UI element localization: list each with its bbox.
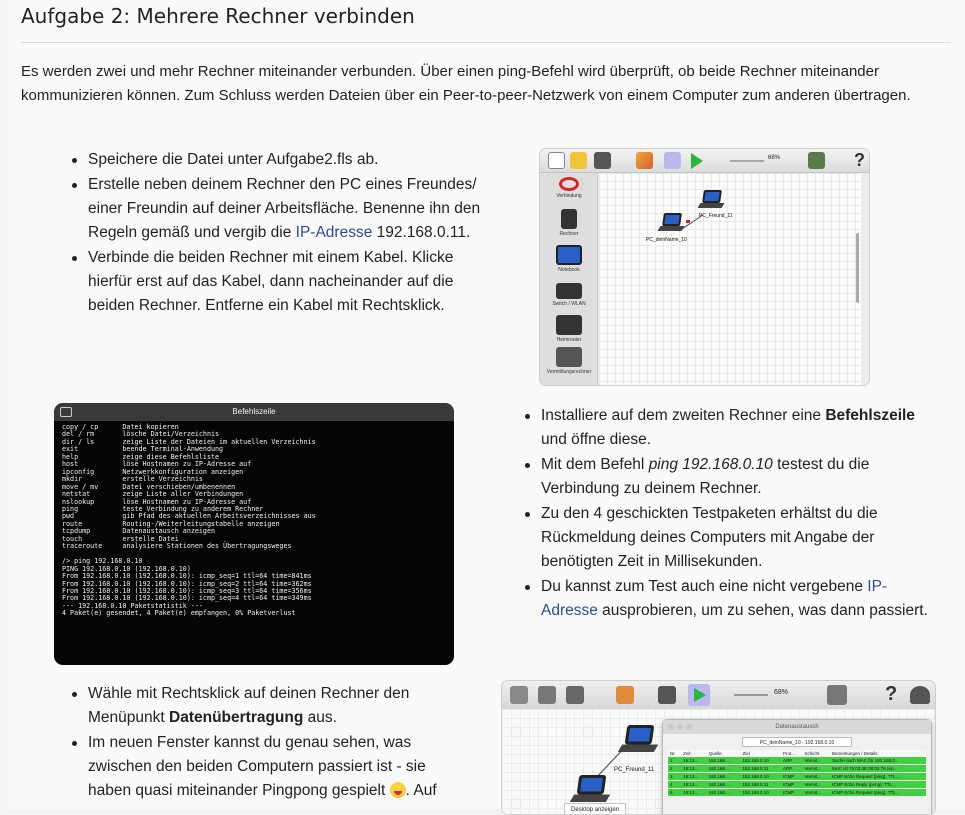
tab-host[interactable]: PC_deinName_10 - 192.168.0.10 bbox=[742, 737, 852, 747]
list-item: Zu den 4 geschickten Testpaketen erhälts… bbox=[521, 502, 941, 574]
task-list-1: Speichere die Datei unter Aufgabe2.fls a… bbox=[68, 148, 488, 319]
palette-item: Rechner bbox=[544, 209, 594, 237]
filius-screenshot-simulation: 68% ? PC_Freund_11 Desktop anzeigen Date… bbox=[501, 680, 936, 815]
page-title: Aufgabe 2: Mehrere Rechner verbinden bbox=[21, 4, 415, 28]
new-file-icon bbox=[510, 686, 528, 704]
laptop-icon[interactable] bbox=[657, 213, 685, 233]
zoom-label: 68% bbox=[774, 689, 789, 696]
list-item: Wähle mit Rechtsklick auf deinen Rechner… bbox=[68, 682, 463, 730]
table-row[interactable]: 4 16:13... 192.168.... 192.168.0.11 ICMP Verm… bbox=[668, 780, 926, 789]
packet-table: Nr. Zeit Quelle Ziel Prot... Schicht Bem… bbox=[668, 750, 926, 797]
component-palette: Verbindung Rechner Notebook Switch / WLA… bbox=[540, 173, 598, 385]
palette-item: Switch / WLAN bbox=[544, 283, 594, 307]
filius-toolbar: 68% ? bbox=[540, 149, 869, 173]
list-item: Mit dem Befehl ping 192.168.0.10 testest… bbox=[521, 453, 941, 501]
zoom-label: 68% bbox=[768, 155, 781, 161]
hammer-icon bbox=[658, 686, 676, 704]
new-file-icon bbox=[548, 152, 565, 169]
column-header[interactable]: Schicht bbox=[802, 750, 830, 757]
node-label: PC_Freund_11 bbox=[614, 767, 655, 773]
play-button[interactable] bbox=[688, 684, 710, 706]
table-header-row: Nr. Zeit Quelle Ziel Prot... Schicht Bem… bbox=[668, 750, 926, 757]
zoom-slider bbox=[730, 160, 764, 162]
heading-divider bbox=[21, 42, 951, 43]
list-item: Installiere auf dem zweiten Rechner eine… bbox=[521, 404, 941, 452]
column-header[interactable]: Prot... bbox=[781, 750, 803, 757]
palette-item: Verbindung bbox=[544, 177, 594, 199]
column-header[interactable]: Zeit bbox=[681, 750, 707, 757]
page: Aufgabe 2: Mehrere Rechner verbinden Es … bbox=[8, 0, 965, 815]
terminal-icon bbox=[60, 407, 72, 417]
dialog-title: Datenaustausch bbox=[775, 724, 819, 730]
list-item: Speichere die Datei unter Aufgabe2.fls a… bbox=[68, 148, 488, 172]
open-folder-icon bbox=[570, 152, 587, 169]
terminal-output[interactable]: copy / cp Datei kopieren del / rm lösche… bbox=[54, 421, 454, 621]
column-header[interactable]: Ziel bbox=[740, 750, 782, 757]
cable-line bbox=[678, 214, 704, 232]
palette-item: Vermittlungsrechner bbox=[544, 347, 594, 375]
palette-item: Notebook bbox=[544, 245, 594, 273]
list-item: Erstelle neben deinem Rechner den PC ein… bbox=[68, 173, 488, 245]
node-label: PC_deinName_10 bbox=[646, 237, 687, 243]
help-icon: ? bbox=[885, 683, 898, 705]
task-list-2: Installiere auf dem zweiten Rechner eine… bbox=[521, 404, 941, 624]
table-row[interactable]: 5 16:13... 192.168.... 192.168.0.10 ICMP Verm… bbox=[668, 788, 926, 797]
open-folder-icon bbox=[538, 686, 556, 704]
window-minimize-icon[interactable] bbox=[677, 724, 683, 730]
laptop-icon[interactable] bbox=[617, 725, 659, 755]
window-close-icon[interactable] bbox=[668, 724, 674, 730]
pingpong-emoji-icon bbox=[389, 782, 406, 798]
column-header[interactable]: Quelle bbox=[706, 750, 741, 757]
pencil-icon bbox=[616, 686, 634, 704]
users-icon bbox=[910, 686, 930, 704]
context-menu-item[interactable]: Desktop anzeigen bbox=[564, 803, 626, 814]
scrollbar[interactable] bbox=[856, 233, 859, 303]
window-zoom-icon[interactable] bbox=[686, 724, 692, 730]
list-item: Im neuen Fenster kannst du genau sehen, … bbox=[68, 731, 463, 803]
list-item: Verbinde die beiden Rechner mit einem Ka… bbox=[68, 246, 488, 318]
save-icon bbox=[594, 152, 611, 169]
data-exchange-dialog: Datenaustausch PC_deinName_10 - 192.168.… bbox=[662, 719, 932, 814]
dialog-titlebar: Datenaustausch bbox=[663, 720, 931, 734]
ip-address-link[interactable]: IP-Adresse bbox=[296, 224, 373, 241]
table-row[interactable]: 2 16:13... 192.168.... 192.168.0.11 ARP Vermi… bbox=[668, 764, 926, 773]
column-header[interactable]: Nr. bbox=[668, 750, 682, 757]
help-icon: ? bbox=[854, 150, 865, 170]
pencil-icon bbox=[636, 152, 653, 169]
list-item: Du kannst zum Test auch eine nicht verge… bbox=[521, 575, 941, 623]
play-icon bbox=[694, 688, 706, 702]
column-header[interactable]: Bemerkungen / Details bbox=[829, 750, 926, 757]
wrench-icon bbox=[827, 685, 847, 705]
palette-item: Heimrouter bbox=[544, 315, 594, 343]
terminal-window: Befehlszeile copy / cp Datei kopieren de… bbox=[54, 403, 454, 665]
hammer-icon bbox=[664, 152, 681, 169]
node-label: PC_Freund_11 bbox=[699, 213, 733, 219]
laptop-icon[interactable] bbox=[569, 775, 611, 805]
wrench-icon bbox=[808, 152, 825, 169]
intro-paragraph: Es werden zwei und mehr Rechner miteinan… bbox=[21, 63, 911, 104]
laptop-icon[interactable] bbox=[697, 190, 725, 210]
terminal-title: Befehlszeile bbox=[232, 407, 276, 416]
zoom-slider[interactable] bbox=[734, 694, 768, 696]
filius-toolbar: 68% ? bbox=[502, 681, 935, 709]
play-icon bbox=[691, 153, 703, 169]
terminal-titlebar: Befehlszeile bbox=[54, 403, 454, 421]
filius-screenshot-design: 68% ? Verbindung Rechner Notebook Switch… bbox=[539, 148, 870, 386]
task-list-3: Wähle mit Rechtsklick auf deinen Rechner… bbox=[68, 682, 463, 804]
save-icon bbox=[566, 686, 584, 704]
table-row[interactable]: 1 16:13... 192.168.... 192.168.0.10 ARP Vermi… bbox=[668, 757, 926, 765]
table-row[interactable]: 3 16:13... 192.168.... 192.168.0.10 ICMP Verm… bbox=[668, 772, 926, 781]
work-area[interactable]: PC_Freund_11 PC_deinName_10 bbox=[599, 173, 861, 385]
